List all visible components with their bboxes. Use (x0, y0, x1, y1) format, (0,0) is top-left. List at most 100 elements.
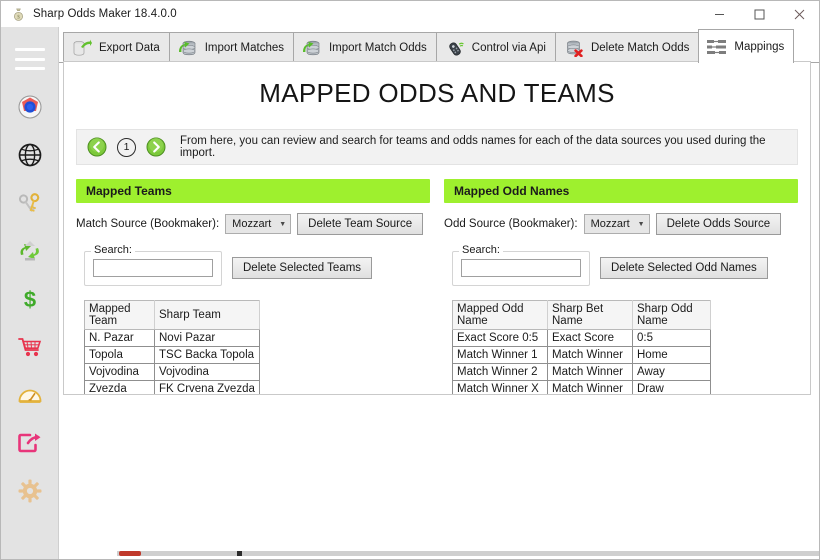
cell[interactable]: Draw (632, 380, 711, 394)
odd-search-row: Search: Delete Selected Odd Names (444, 244, 798, 286)
cell[interactable]: Vojvodina (154, 363, 260, 381)
table-row[interactable]: Match Winner 2 Match Winner Away (452, 363, 711, 381)
table-header-row: Mapped Team Sharp Team (84, 300, 260, 330)
tab-label: Control via Api (471, 42, 546, 54)
cell[interactable]: Match Winner 2 (452, 363, 548, 381)
svg-text:$: $ (23, 287, 35, 312)
tab-control-via-api[interactable]: Control via Api (435, 32, 556, 63)
odd-source-dropdown[interactable]: Mozzart ▼ (583, 214, 650, 234)
table-row[interactable]: Vojvodina Vojvodina (84, 363, 260, 381)
team-search-input[interactable] (93, 259, 213, 277)
export-share-icon (17, 433, 40, 453)
delete-team-source-button[interactable]: Delete Team Source (297, 213, 424, 235)
database-delete-icon (563, 38, 585, 58)
column-header[interactable]: Mapped Team (84, 300, 155, 330)
tab-label: Export Data (99, 42, 160, 54)
sidebar-item-refresh[interactable] (8, 227, 52, 275)
export-data-icon (71, 38, 93, 58)
main-area: Export Data Import Matches Import Match … (59, 27, 819, 559)
sidebar-item-performance[interactable] (8, 371, 52, 419)
column-header[interactable]: Sharp Team (154, 300, 260, 330)
cell[interactable]: Exact Score 0:5 (452, 329, 548, 347)
dollar-sign-icon: $ (23, 287, 35, 312)
mapped-odd-names-table[interactable]: Mapped Odd Name Sharp Bet Name Sharp Odd… (452, 300, 711, 394)
maximize-icon[interactable] (739, 1, 779, 27)
cell[interactable]: Match Winner (547, 346, 633, 364)
chevron-down-icon: ▼ (637, 220, 645, 228)
cell[interactable]: Topola (84, 346, 155, 364)
tab-label: Delete Match Odds (590, 42, 690, 54)
tab-import-matches[interactable]: Import Matches (168, 32, 294, 63)
odd-search-input[interactable] (461, 259, 581, 277)
odd-source-row: Odd Source (Bookmaker): Mozzart ▼ Delete… (444, 213, 798, 235)
table-row[interactable]: Match Winner X Match Winner Draw (452, 380, 711, 394)
bottom-marker (237, 551, 242, 556)
chevron-down-icon: ▼ (279, 220, 287, 228)
window-controls (699, 1, 819, 27)
column-header[interactable]: Sharp Odd Name (632, 300, 711, 330)
tab-label: Mappings (734, 40, 785, 53)
recycle-refresh-icon (20, 241, 39, 261)
remote-control-icon (444, 38, 466, 58)
tab-import-match-odds[interactable]: Import Match Odds (292, 32, 437, 63)
page-title: MAPPED ODDS AND TEAMS (259, 78, 615, 108)
table-row[interactable]: Zvezda FK Crvena Zvezda (84, 380, 260, 394)
cell[interactable]: Match Winner X (452, 380, 548, 394)
delete-odds-source-button[interactable]: Delete Odds Source (655, 213, 782, 235)
soccer-ball-icon (18, 95, 41, 119)
delete-selected-odd-names-button[interactable]: Delete Selected Odd Names (600, 257, 768, 279)
mapped-odd-names-section: Mapped Odd Names Odd Source (Bookmaker):… (444, 179, 798, 394)
sidebar-item-settings[interactable] (8, 467, 52, 515)
green-back-arrow-icon[interactable] (87, 137, 107, 157)
cell[interactable]: Novi Pazar (154, 329, 260, 347)
mapped-teams-grid-wrap: Mapped Team Sharp Team N. Pazar Novi Paz… (76, 300, 430, 394)
cell[interactable]: Zvezda (84, 380, 155, 394)
tab-export-data[interactable]: Export Data (63, 32, 170, 63)
sidebar-item-web[interactable] (8, 131, 52, 179)
mapped-odd-names-grid-wrap: Mapped Odd Name Sharp Bet Name Sharp Odd… (444, 300, 798, 394)
sidebar-item-menu[interactable] (8, 35, 52, 83)
tab-delete-match-odds[interactable]: Delete Match Odds (554, 32, 700, 63)
team-source-value: Mozzart (232, 218, 272, 230)
green-forward-arrow-icon[interactable] (146, 137, 166, 157)
sidebar-item-matches[interactable] (8, 83, 52, 131)
info-bar: 1 From here, you can review and search f… (76, 129, 798, 165)
team-source-label: Match Source (Bookmaker): (76, 218, 220, 230)
sidebar-item-cart[interactable] (8, 323, 52, 371)
cell[interactable]: Exact Score (547, 329, 633, 347)
cell[interactable]: FK Crvena Zvezda (154, 380, 260, 394)
minimize-icon[interactable] (699, 1, 739, 27)
cell[interactable]: Home (632, 346, 711, 364)
cell[interactable]: Vojvodina (84, 363, 155, 381)
cell[interactable]: Match Winner (547, 380, 633, 394)
odd-search-label: Search: (459, 244, 503, 256)
cell[interactable]: N. Pazar (84, 329, 155, 347)
cell[interactable]: Match Winner (547, 363, 633, 381)
tab-mappings[interactable]: Mappings (698, 29, 795, 64)
table-row[interactable]: N. Pazar Novi Pazar (84, 329, 260, 347)
table-row[interactable]: Match Winner 1 Match Winner Home (452, 346, 711, 364)
database-import-icon (301, 38, 323, 58)
cell[interactable]: Match Winner 1 (452, 346, 548, 364)
database-import-icon (177, 38, 199, 58)
sidebar-item-export[interactable] (8, 419, 52, 467)
table-row[interactable]: Exact Score 0:5 Exact Score 0:5 (452, 329, 711, 347)
team-search-group: Search: (84, 244, 222, 286)
sidebar-item-credentials[interactable] (8, 179, 52, 227)
table-row[interactable]: Topola TSC Backa Topola (84, 346, 260, 364)
bottom-progress-track (117, 551, 819, 556)
team-source-dropdown[interactable]: Mozzart ▼ (225, 214, 292, 234)
mapped-odd-names-header: Mapped Odd Names (444, 179, 798, 203)
odd-source-value: Mozzart (590, 218, 630, 230)
close-icon[interactable] (779, 1, 819, 27)
info-text: From here, you can review and search for… (180, 135, 766, 159)
sidebar-item-money[interactable]: $ (8, 275, 52, 323)
tab-label: Import Match Odds (328, 42, 427, 54)
delete-selected-teams-button[interactable]: Delete Selected Teams (232, 257, 373, 279)
cell[interactable]: 0:5 (632, 329, 711, 347)
column-header[interactable]: Sharp Bet Name (547, 300, 633, 330)
cell[interactable]: Away (632, 363, 711, 381)
mapped-teams-table[interactable]: Mapped Team Sharp Team N. Pazar Novi Paz… (84, 300, 260, 394)
cell[interactable]: TSC Backa Topola (154, 346, 260, 364)
column-header[interactable]: Mapped Odd Name (452, 300, 548, 330)
